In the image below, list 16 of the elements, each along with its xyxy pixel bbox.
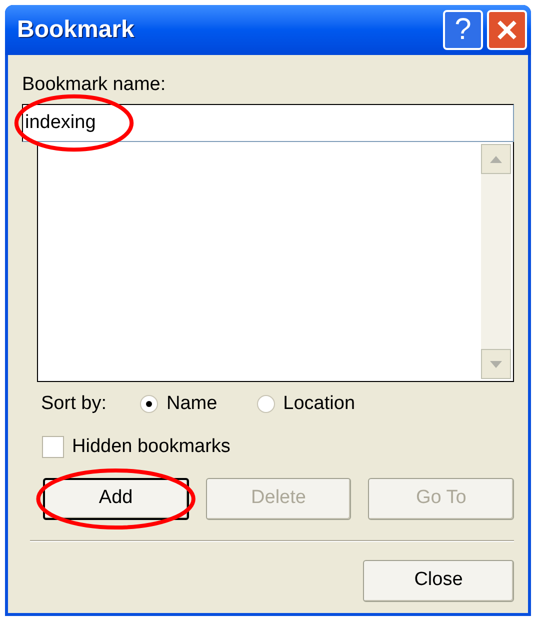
sort-label: Sort by: (41, 392, 106, 416)
hidden-bookmarks-checkbox[interactable]: Hidden bookmarks (42, 433, 230, 462)
dialog-button[interactable]: Add (43, 478, 189, 520)
bookmark-list[interactable] (37, 142, 514, 382)
close-button[interactable] (487, 10, 527, 50)
close-dialog-button[interactable]: Close (363, 560, 514, 602)
radio-option[interactable]: Name (140, 390, 218, 418)
close-icon (496, 19, 518, 41)
bookmark-name-field[interactable]: indexing (22, 104, 514, 142)
down-arrow-icon (490, 360, 502, 368)
help-button[interactable]: ? (443, 10, 483, 50)
radio-option[interactable]: Location (257, 390, 356, 418)
up-arrow-icon (490, 156, 502, 162)
window-title: Bookmark (17, 15, 134, 45)
field-label: Bookmark name: (22, 75, 167, 94)
scrollbar[interactable] (481, 144, 511, 379)
